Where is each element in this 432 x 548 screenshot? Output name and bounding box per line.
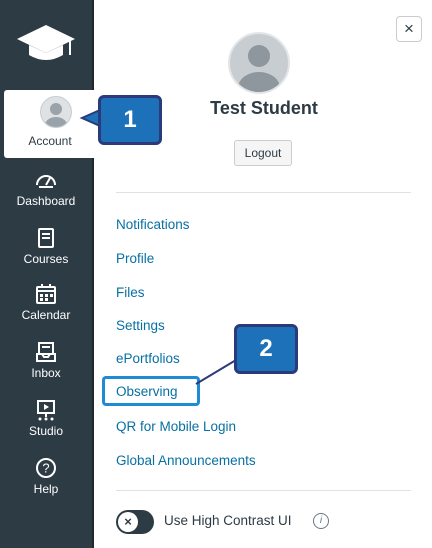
callout-pointers: [79, 108, 237, 385]
callout-1: 1: [98, 95, 162, 145]
callout-2: 2: [234, 324, 298, 374]
